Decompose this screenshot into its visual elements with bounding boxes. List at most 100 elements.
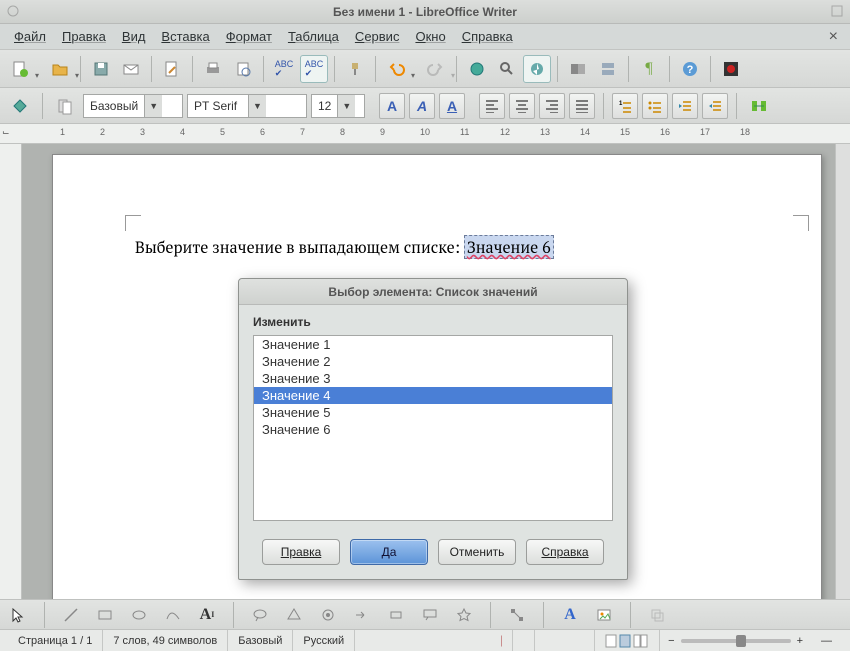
zoom-slider[interactable]: − +	[660, 635, 811, 647]
menu-tools[interactable]: Сервис	[347, 26, 408, 47]
numbered-list-button[interactable]: 1	[612, 93, 638, 119]
zoom-percent[interactable]: —	[811, 630, 842, 651]
edit-mode-button[interactable]	[158, 55, 186, 83]
datasource-button[interactable]	[594, 55, 622, 83]
chevron-down-icon[interactable]: ▼	[337, 95, 355, 117]
help-button[interactable]: ?	[676, 55, 704, 83]
align-center-button[interactable]	[509, 93, 535, 119]
zoom-in-icon[interactable]: +	[797, 635, 803, 647]
styles-dropdown-button[interactable]	[51, 92, 79, 120]
redo-button[interactable]	[422, 55, 450, 83]
increase-indent-button[interactable]	[672, 93, 698, 119]
basic-shapes-button[interactable]	[282, 603, 306, 627]
preview-button[interactable]	[229, 55, 257, 83]
italic-button[interactable]: А	[409, 93, 435, 119]
record-macro-button[interactable]	[717, 55, 745, 83]
find-toolbar-button[interactable]	[745, 92, 773, 120]
chevron-down-icon[interactable]: ▼	[248, 95, 266, 117]
dialog-option[interactable]: Значение 2	[254, 353, 612, 370]
bold-button[interactable]: А	[379, 93, 405, 119]
dialog-option[interactable]: Значение 3	[254, 370, 612, 387]
dialog-label: Изменить	[253, 315, 613, 329]
curve-tool-button[interactable]	[161, 603, 185, 627]
dialog-option[interactable]: Значение 1	[254, 336, 612, 353]
callout-tool-button[interactable]	[248, 603, 272, 627]
dialog-listbox[interactable]: Значение 1Значение 2Значение 3Значение 4…	[253, 335, 613, 521]
gallery-button[interactable]	[564, 55, 592, 83]
dropdown-field[interactable]: Значение 6	[464, 235, 554, 259]
spellcheck-button[interactable]: ABC✔	[270, 55, 298, 83]
underline-button[interactable]: А	[439, 93, 465, 119]
font-name-combo[interactable]: PT Serif ▼	[187, 94, 307, 118]
dialog-ok-button[interactable]: Да	[350, 539, 428, 565]
nonprinting-button[interactable]: ¶	[635, 55, 663, 83]
line-tool-button[interactable]	[59, 603, 83, 627]
dialog-cancel-button[interactable]: Отменить	[438, 539, 516, 565]
undo-button[interactable]	[382, 55, 410, 83]
window-menu-icon[interactable]	[6, 4, 20, 18]
font-size-combo[interactable]: 12 ▼	[311, 94, 365, 118]
hyperlink-button[interactable]	[463, 55, 491, 83]
navigator-button[interactable]	[523, 55, 551, 83]
dialog-help-button[interactable]: Справка	[526, 539, 604, 565]
status-signature[interactable]	[535, 630, 595, 651]
extrusion-button[interactable]	[645, 603, 669, 627]
vertical-scrollbar[interactable]	[835, 144, 850, 599]
open-button[interactable]	[46, 55, 74, 83]
save-button[interactable]	[87, 55, 115, 83]
document-text[interactable]: Выберите значение в выпадающем списке: З…	[135, 236, 554, 258]
align-justify-button[interactable]	[569, 93, 595, 119]
insert-image-button[interactable]	[592, 603, 616, 627]
align-right-button[interactable]	[539, 93, 565, 119]
menu-insert[interactable]: Вставка	[153, 26, 217, 47]
menu-file[interactable]: Файл	[6, 26, 54, 47]
points-edit-button[interactable]	[505, 603, 529, 627]
menu-window[interactable]: Окно	[407, 26, 453, 47]
fontwork-button[interactable]: A	[558, 603, 582, 627]
dialog-edit-button[interactable]: Правка	[262, 539, 340, 565]
print-button[interactable]	[199, 55, 227, 83]
vertical-ruler[interactable]	[0, 144, 22, 599]
dialog-option[interactable]: Значение 6	[254, 421, 612, 438]
status-selmode[interactable]	[513, 630, 535, 651]
menu-view[interactable]: Вид	[114, 26, 154, 47]
dialog-option[interactable]: Значение 5	[254, 404, 612, 421]
callout-shapes-button[interactable]	[418, 603, 442, 627]
menu-table[interactable]: Таблица	[280, 26, 347, 47]
status-wordcount[interactable]: 7 слов, 49 символов	[103, 630, 228, 651]
symbol-shapes-button[interactable]	[316, 603, 340, 627]
flowchart-shapes-button[interactable]	[384, 603, 408, 627]
status-page[interactable]: Страница 1 / 1	[8, 630, 103, 651]
rect-tool-button[interactable]	[93, 603, 117, 627]
ruler-tick: 11	[460, 127, 469, 137]
ruler-tick: 14	[580, 127, 590, 137]
status-language[interactable]: Русский	[293, 630, 355, 651]
autospell-button[interactable]: ABC✔	[300, 55, 328, 83]
status-viewlayout[interactable]	[595, 630, 660, 651]
styles-dialog-button[interactable]	[6, 92, 34, 120]
window-maximize-icon[interactable]	[830, 4, 844, 18]
dialog-option[interactable]: Значение 4	[254, 387, 612, 404]
align-left-button[interactable]	[479, 93, 505, 119]
menu-format[interactable]: Формат	[218, 26, 280, 47]
horizontal-ruler[interactable]: ⌙ 123456789101112131415161718	[0, 124, 850, 144]
chevron-down-icon[interactable]: ▼	[144, 95, 162, 117]
select-tool-button[interactable]	[6, 603, 30, 627]
menu-help[interactable]: Справка	[454, 26, 521, 47]
ellipse-tool-button[interactable]	[127, 603, 151, 627]
doc-close-icon[interactable]: ×	[823, 28, 844, 46]
zoom-out-icon[interactable]: −	[668, 635, 674, 647]
format-brush-button[interactable]	[341, 55, 369, 83]
paragraph-style-combo[interactable]: Базовый ▼	[83, 94, 183, 118]
decrease-indent-button[interactable]	[702, 93, 728, 119]
status-style[interactable]: Базовый	[228, 630, 293, 651]
status-insertmode[interactable]	[491, 630, 513, 651]
menu-edit[interactable]: Правка	[54, 26, 114, 47]
bullet-list-button[interactable]	[642, 93, 668, 119]
arrow-shapes-button[interactable]	[350, 603, 374, 627]
star-shapes-button[interactable]	[452, 603, 476, 627]
textbox-tool-button[interactable]: AI	[195, 603, 219, 627]
new-doc-button[interactable]	[6, 55, 34, 83]
email-button[interactable]	[117, 55, 145, 83]
find-button[interactable]	[493, 55, 521, 83]
